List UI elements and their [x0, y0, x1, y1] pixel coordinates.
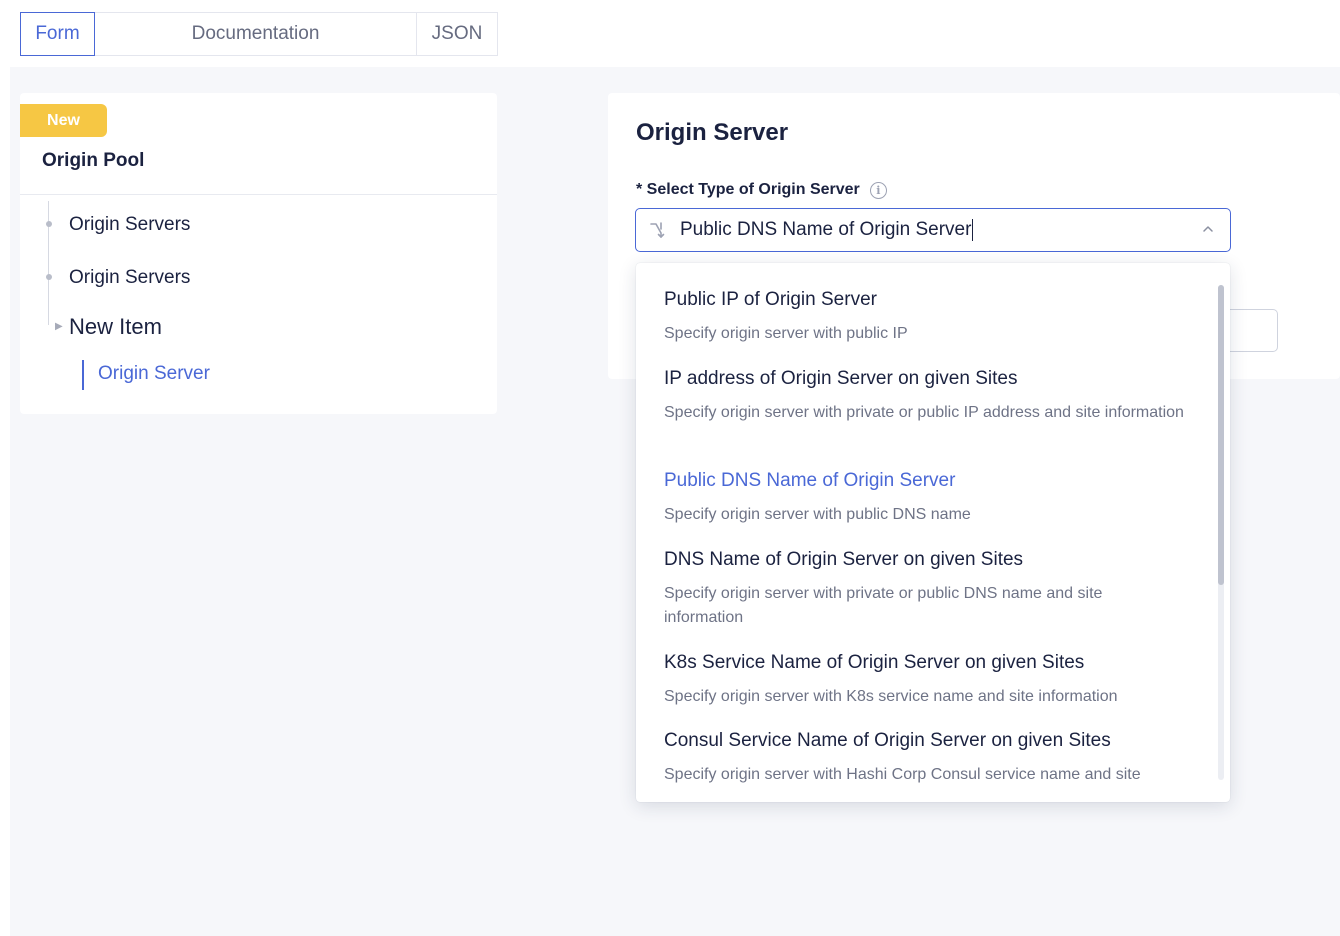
field-label: * Select Type of Origin Server i: [636, 181, 887, 199]
option-title: Public IP of Origin Server: [664, 289, 877, 310]
option-description: Specify origin server with Hashi Corp Co…: [664, 766, 1141, 783]
origin-server-type-select[interactable]: Public DNS Name of Origin Server: [635, 208, 1231, 252]
option-description: Specify origin server with public DNS na…: [664, 506, 971, 523]
option-public-dns[interactable]: Public DNS Name of Origin Server Specify…: [664, 469, 1184, 527]
scrollbar-thumb[interactable]: [1218, 285, 1224, 585]
option-k8s-service[interactable]: K8s Service Name of Origin Server on giv…: [664, 651, 1204, 709]
active-indicator: [82, 360, 84, 390]
dropdown-scrollbar[interactable]: [1218, 285, 1224, 780]
option-title: Public DNS Name of Origin Server: [664, 470, 956, 491]
field-label-text: * Select Type of Origin Server: [636, 181, 860, 198]
tree-line: [48, 201, 49, 325]
option-description: Specify origin server with private or pu…: [664, 404, 1184, 421]
origin-server-type-dropdown: Public IP of Origin Server Specify origi…: [636, 263, 1230, 802]
section-title: Origin Server: [636, 119, 789, 146]
option-title: IP address of Origin Server on given Sit…: [664, 368, 1018, 389]
option-dns-on-sites[interactable]: DNS Name of Origin Server on given Sites…: [664, 548, 1184, 630]
config-tree-panel: New Origin Pool Origin Servers Origin Se…: [20, 93, 497, 414]
option-ip-on-sites[interactable]: IP address of Origin Server on given Sit…: [664, 367, 1184, 425]
chevron-up-icon[interactable]: [1202, 223, 1214, 235]
tree-item-origin-servers[interactable]: Origin Servers: [69, 214, 190, 236]
option-description: Specify origin server with private or pu…: [664, 585, 1103, 626]
option-description: Specify origin server with public IP: [664, 325, 908, 342]
tree-arrow-icon: ▶: [55, 321, 63, 332]
tab-form[interactable]: Form: [20, 12, 95, 56]
info-icon[interactable]: i: [869, 181, 887, 199]
tree-item-origin-server[interactable]: Origin Server: [98, 363, 210, 385]
origin-pool-title[interactable]: Origin Pool: [42, 150, 144, 172]
option-public-ip[interactable]: Public IP of Origin Server Specify origi…: [664, 288, 1184, 346]
tree-item-new-item[interactable]: New Item: [69, 314, 162, 340]
tab-documentation[interactable]: Documentation: [95, 12, 417, 56]
tree-dot: [46, 274, 52, 280]
tab-json[interactable]: JSON: [417, 12, 498, 56]
option-title: Consul Service Name of Origin Server on …: [664, 730, 1111, 751]
tree-dot: [46, 221, 52, 227]
option-title: K8s Service Name of Origin Server on giv…: [664, 652, 1085, 673]
new-badge: New: [20, 104, 107, 137]
select-value: Public DNS Name of Origin Server: [680, 218, 974, 241]
merge-icon: [650, 222, 665, 238]
option-consul-service[interactable]: Consul Service Name of Origin Server on …: [664, 729, 1204, 787]
option-title: DNS Name of Origin Server on given Sites: [664, 549, 1024, 570]
view-tabs: Form Documentation JSON: [20, 12, 498, 56]
option-description: Specify origin server with K8s service n…: [664, 688, 1118, 705]
hidden-input-field[interactable]: [1228, 309, 1278, 352]
divider: [20, 194, 497, 195]
tree-item-origin-servers-2[interactable]: Origin Servers: [69, 267, 190, 289]
